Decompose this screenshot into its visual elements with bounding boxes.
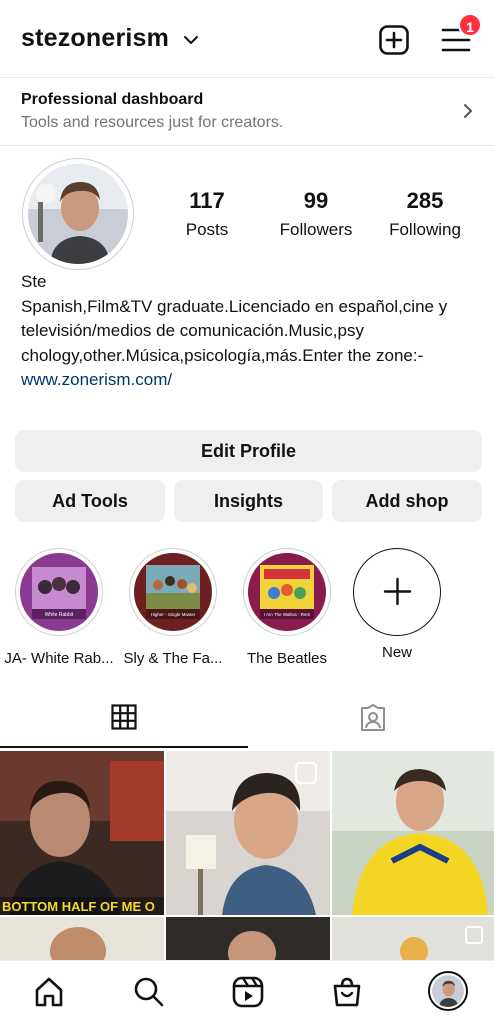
search-icon[interactable] xyxy=(132,975,166,1009)
chevron-down-icon[interactable] xyxy=(182,31,200,49)
tab-posts-grid[interactable] xyxy=(0,692,247,748)
stat-following[interactable]: 285 Following xyxy=(370,188,480,240)
posts-label: Posts xyxy=(185,220,229,239)
highlight-cover: Higher - Single Master xyxy=(134,553,212,631)
profile-avatar[interactable] xyxy=(428,971,468,1011)
tab-tagged[interactable] xyxy=(247,692,494,748)
highlight-item[interactable]: I Am The Walrus - Rem The Beatles xyxy=(232,548,342,667)
post-image xyxy=(166,751,330,915)
stat-followers[interactable]: 99 Followers xyxy=(261,188,371,240)
post-image xyxy=(166,917,330,960)
add-post-icon[interactable] xyxy=(378,24,410,56)
post-thumbnail[interactable] xyxy=(332,751,494,915)
reels-icon[interactable] xyxy=(231,975,265,1009)
highlight-item[interactable]: White Rabbit JA- White Rab... xyxy=(4,548,114,667)
highlight-label: JA- White Rab... xyxy=(4,650,114,667)
followers-count: 99 xyxy=(303,188,329,213)
posts-count: 117 xyxy=(189,188,225,213)
new-highlight-button[interactable]: New xyxy=(342,548,452,661)
post-image xyxy=(332,751,494,915)
dashboard-subtitle: Tools and resources just for creators. xyxy=(21,114,284,131)
followers-label: Followers xyxy=(279,220,353,239)
following-count: 285 xyxy=(406,188,444,213)
notification-badge: 1 xyxy=(458,13,482,37)
post-image xyxy=(332,917,494,960)
highlight-label: Sly & The Fa... xyxy=(123,650,223,667)
stat-posts[interactable]: 117 Posts xyxy=(152,188,262,240)
profile-photo xyxy=(28,164,128,264)
grid-icon xyxy=(111,704,137,730)
profile-bio: Ste Spanish,Film&TV graduate.Licenciado … xyxy=(21,270,471,393)
account-username[interactable]: stezonerism xyxy=(21,24,169,53)
highlight-cover: I Am The Walrus - Rem xyxy=(248,553,326,631)
highlight-item[interactable]: Higher - Single Master Sly & The Fa... xyxy=(118,548,228,667)
dashboard-title: Professional dashboard xyxy=(21,91,204,108)
divider xyxy=(0,145,494,146)
shop-icon[interactable] xyxy=(330,975,364,1009)
post-thumbnail[interactable] xyxy=(0,917,164,960)
bottom-navigation xyxy=(0,960,494,1024)
profile-avatar[interactable] xyxy=(22,158,134,270)
add-shop-button[interactable]: Add shop xyxy=(332,480,482,522)
highlight-cover-text: I Am The Walrus - Rem xyxy=(264,612,311,617)
ad-tools-button[interactable]: Ad Tools xyxy=(15,480,165,522)
highlight-label: New xyxy=(381,644,412,661)
active-tab-indicator xyxy=(0,746,248,748)
top-bar: stezonerism 1 xyxy=(0,0,494,78)
post-caption: BOTTOM HALF OF ME O xyxy=(2,899,155,914)
highlight-cover: White Rabbit xyxy=(20,553,98,631)
professional-dashboard[interactable]: Professional dashboard Tools and resourc… xyxy=(0,78,494,146)
profile-thumb xyxy=(432,975,464,1007)
post-image: BOTTOM HALF OF ME O xyxy=(0,751,164,915)
insights-button[interactable]: Insights xyxy=(174,480,323,522)
highlight-cover-text: Higher - Single Master xyxy=(151,612,196,617)
bio-link[interactable]: www.zonerism.com/ xyxy=(21,368,471,393)
profile-tabs xyxy=(0,692,494,748)
highlight-label: The Beatles xyxy=(246,650,328,667)
bio-text: Spanish,Film&TV graduate.Licenciado en e… xyxy=(21,296,448,365)
tagged-icon xyxy=(361,704,385,731)
post-thumbnail[interactable] xyxy=(332,917,494,960)
plus-icon xyxy=(383,577,411,606)
post-image xyxy=(0,917,164,960)
edit-profile-button[interactable]: Edit Profile xyxy=(15,430,482,472)
highlight-cover-text: White Rabbit xyxy=(45,612,74,618)
profile-name: Ste xyxy=(21,272,47,291)
post-thumbnail[interactable]: BOTTOM HALF OF ME O xyxy=(0,751,164,915)
post-thumbnail[interactable] xyxy=(166,751,330,915)
following-label: Following xyxy=(389,220,461,239)
chevron-right-icon xyxy=(464,104,472,118)
post-thumbnail[interactable] xyxy=(166,917,330,960)
home-icon[interactable] xyxy=(32,975,66,1009)
